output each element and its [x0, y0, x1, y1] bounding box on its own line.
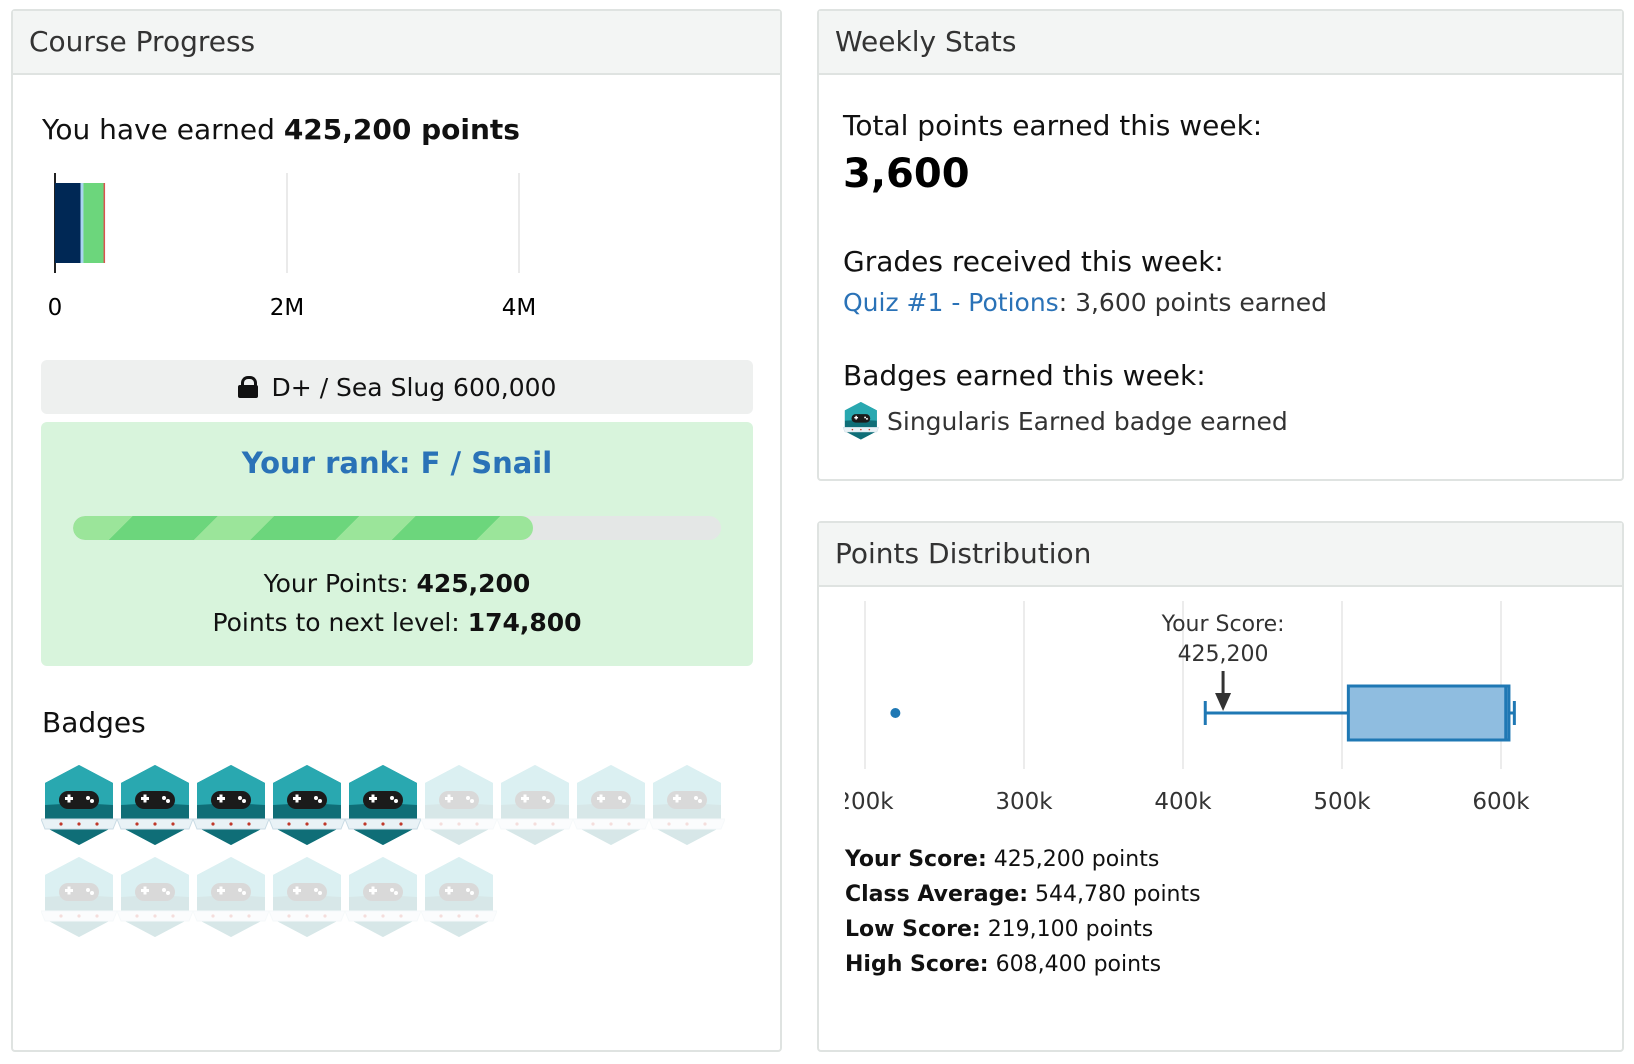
controller-badge-icon[interactable]	[40, 763, 118, 847]
controller-badge-icon[interactable]	[496, 763, 574, 847]
points-distribution-panel: Points Distribution 200k 300k 400k 500k 600k…	[817, 521, 1624, 1052]
rank-box: Your rank: F / Snail Your Points: 425,20…	[41, 422, 753, 666]
score-stats: Your Score: 425,200 points Class Average…	[845, 847, 1201, 987]
earned-points-text: You have earned 425,200 points	[42, 113, 520, 146]
axis-tick-label: 300k	[995, 789, 1053, 815]
next-level-value: 174,800	[467, 608, 582, 637]
stat-class-average: Class Average: 544,780 points	[845, 882, 1201, 917]
controller-badge-icon[interactable]	[420, 855, 498, 939]
box-iqr	[1346, 684, 1511, 742]
controller-badge-icon[interactable]	[116, 855, 194, 939]
controller-badge-icon[interactable]	[268, 763, 346, 847]
progress-segment	[55, 183, 81, 263]
stat-your-score: Your Score: 425,200 points	[845, 847, 1201, 882]
axis-tick-4m: 4M	[502, 295, 536, 321]
weekly-stats-title: Weekly Stats	[819, 11, 1622, 75]
grade-points: : 3,600 points earned	[1058, 288, 1327, 317]
axis-tick-label: 400k	[1154, 789, 1212, 815]
grade-link[interactable]: Quiz #1 - Potions	[843, 288, 1059, 317]
controller-badge-icon[interactable]	[40, 855, 118, 939]
controller-badge-icon[interactable]	[192, 855, 270, 939]
locked-level-bar: D+ / Sea Slug 600,000	[41, 360, 753, 414]
controller-badge-icon[interactable]	[420, 763, 498, 847]
outlier-point	[890, 708, 901, 718]
your-points-line: Your Points: 425,200	[41, 569, 753, 598]
your-points-label: Your Points:	[263, 569, 409, 598]
progress-segment	[80, 183, 84, 263]
your-points-value: 425,200	[416, 569, 531, 598]
course-progress-title: Course Progress	[13, 11, 780, 75]
progress-segment	[83, 183, 105, 263]
controller-badge-icon[interactable]	[344, 855, 422, 939]
axis-tick-label: 200k	[836, 789, 894, 815]
grade-entry: Quiz #1 - Potions: 3,600 points earned	[843, 288, 1327, 317]
rank-progress-fill	[73, 516, 534, 540]
controller-badge-icon[interactable]	[268, 855, 346, 939]
grades-label: Grades received this week:	[843, 245, 1224, 278]
badges-title: Badges	[42, 706, 146, 739]
axis-tick-label: 500k	[1313, 789, 1371, 815]
weekly-stats-panel: Weekly Stats Total points earned this we…	[817, 9, 1624, 481]
controller-badge-icon[interactable]	[192, 763, 270, 847]
axis-tick-label: 600k	[1472, 789, 1530, 815]
badges-week-label: Badges earned this week:	[843, 359, 1206, 392]
stat-label: Low Score:	[845, 917, 981, 942]
your-score-annotation-value: 425,200	[1178, 642, 1269, 667]
your-score-annotation-label: Your Score:	[1161, 612, 1285, 637]
controller-badge-icon[interactable]	[116, 763, 194, 847]
rank-progress-bar	[73, 516, 721, 540]
earned-points-value: 425,200 points	[283, 113, 520, 146]
axis-tick-2m: 2M	[270, 295, 304, 321]
points-distribution-title: Points Distribution	[819, 523, 1622, 587]
axis-tick-0: 0	[48, 295, 63, 321]
course-progress-panel: Course Progress You have earned 425,200 …	[11, 9, 782, 1052]
lock-icon	[237, 376, 258, 398]
badge-entry: Singularis Earned badge earned	[842, 401, 1288, 441]
rank-title: Your rank: F / Snail	[241, 446, 553, 480]
total-points-label: Total points earned this week:	[843, 109, 1263, 142]
stat-label: Your Score:	[845, 847, 987, 872]
controller-badge-icon[interactable]	[344, 763, 422, 847]
next-level-line: Points to next level: 174,800	[41, 608, 753, 637]
stat-value: 425,200 points	[993, 847, 1160, 872]
next-level-label: Points to next level:	[212, 608, 460, 637]
stat-high-score: High Score: 608,400 points	[845, 952, 1201, 987]
points-box-plot: 200k 300k 400k 500k 600k Your Score: 425,200	[836, 601, 1530, 815]
controller-badge-icon	[842, 401, 880, 441]
points-progress-chart: 0 2M 4M	[48, 173, 536, 321]
your-score-arrowhead	[1215, 693, 1232, 711]
controller-badge-icon[interactable]	[648, 763, 726, 847]
stat-value: 219,100 points	[987, 917, 1154, 942]
locked-level-label: D+ / Sea Slug 600,000	[271, 372, 557, 402]
stat-low-score: Low Score: 219,100 points	[845, 917, 1201, 952]
earned-prefix: You have earned	[42, 113, 275, 146]
badge-entry-text: Singularis Earned badge earned	[887, 406, 1288, 436]
total-points-value: 3,600	[843, 151, 970, 197]
stat-label: Class Average:	[845, 882, 1029, 907]
stat-label: High Score:	[845, 952, 989, 977]
controller-badge-icon[interactable]	[572, 763, 650, 847]
stat-value: 608,400 points	[995, 952, 1162, 977]
stat-value: 544,780 points	[1035, 882, 1201, 907]
